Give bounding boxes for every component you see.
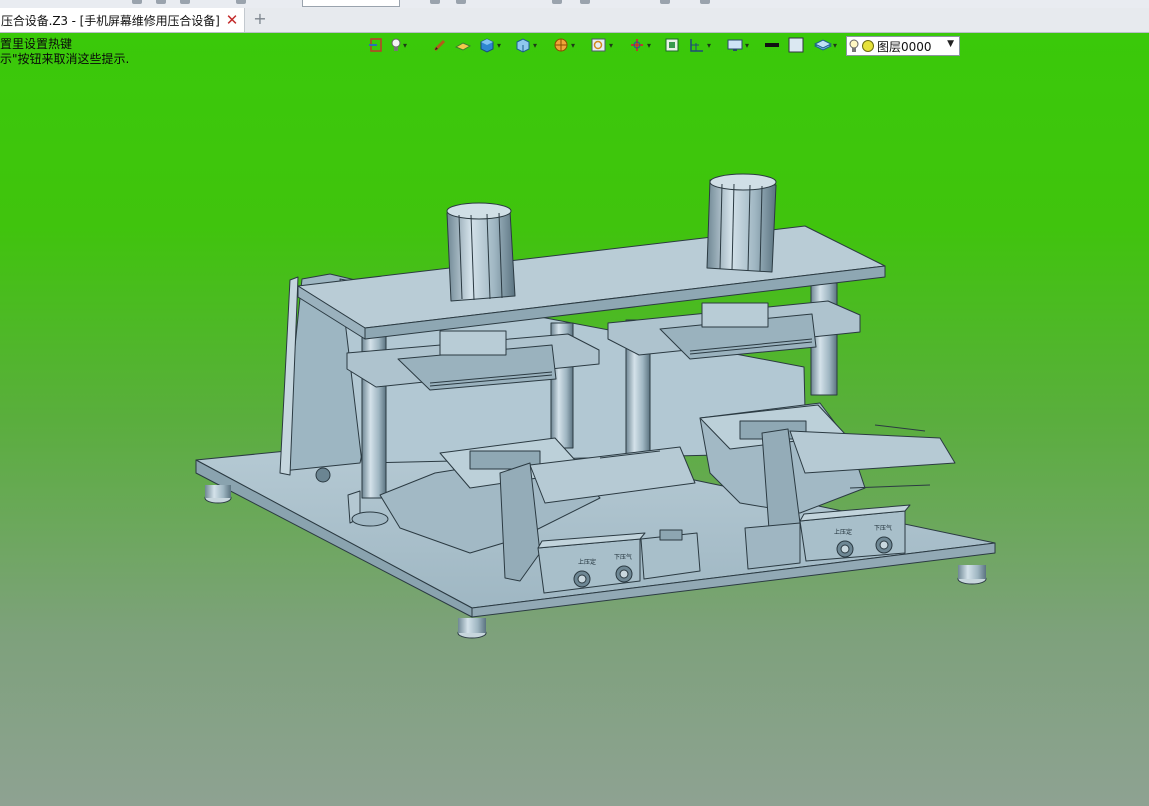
control-box-2-left-label: 上压定 [834, 528, 852, 536]
shaded-cube-icon[interactable]: ▾ [478, 36, 501, 54]
chevron-down-icon[interactable]: ▼ [947, 39, 954, 49]
undo-icon[interactable] [236, 0, 246, 4]
monitor-icon[interactable]: ▾ [726, 36, 749, 54]
new-file-icon[interactable] [132, 0, 142, 4]
pneumatic-cylinder-left [446, 202, 516, 302]
grid-icon[interactable]: ▾ [688, 36, 711, 54]
line-style-icon[interactable] [764, 36, 780, 54]
render-mode-icon[interactable]: ▾ [552, 36, 575, 54]
layer-select[interactable]: 图层0000 ▼ [846, 36, 960, 56]
yellow-circle-icon [862, 40, 874, 52]
control-box-1-right-label: 下压气 [614, 553, 632, 561]
open-file-icon[interactable] [156, 0, 166, 4]
face-color-icon[interactable] [454, 36, 472, 54]
3d-viewport[interactable]: 上压定 下压气 上压定 下压气 置里设置热键 示"按钮来取消这些提示. ▾ ▾ … [0, 33, 1149, 806]
view-cube-icon[interactable]: ▾ [514, 36, 537, 54]
document-tab[interactable]: 压合设备.Z3 - [手机屏幕维修用压合设备] ✕ [0, 8, 245, 32]
light-bulb-icon[interactable]: ▾ [390, 36, 407, 54]
color-icon[interactable] [788, 36, 804, 54]
new-tab-button[interactable]: + [252, 8, 268, 32]
light-bulb-icon [849, 39, 859, 52]
layer-icon[interactable]: ▾ [814, 36, 837, 54]
option-icon[interactable] [552, 0, 562, 4]
exit-view-icon[interactable] [368, 36, 384, 54]
pneumatic-cylinder-right [706, 173, 777, 273]
option-icon[interactable] [660, 0, 670, 4]
hint-text: 置里设置热键 示"按钮来取消这些提示. [0, 37, 129, 67]
option-icon[interactable] [580, 0, 590, 4]
close-icon[interactable]: ✕ [226, 12, 239, 28]
control-box-2 [799, 504, 911, 562]
switch-block [744, 522, 801, 570]
pen-icon[interactable] [432, 36, 448, 54]
save-icon[interactable] [180, 0, 190, 4]
pick-icon[interactable] [456, 0, 466, 4]
control-box-2-right-label: 下压气 [874, 524, 892, 532]
select-icon[interactable] [430, 0, 440, 4]
fit-icon[interactable] [664, 36, 680, 54]
option-icon[interactable] [700, 0, 710, 4]
zoom-icon[interactable]: ▾ [590, 36, 613, 54]
hint-line-1: 置里设置热键 [0, 37, 73, 51]
rotate-icon[interactable]: ▾ [628, 36, 651, 54]
layer-select-value: 图层0000 [877, 39, 932, 54]
control-box-1-left-label: 上压定 [578, 558, 596, 566]
document-tab-title: 压合设备.Z3 - [手机屏幕维修用压合设备] [1, 13, 220, 28]
machine-model: 上压定 下压气 上压定 下压气 [195, 173, 996, 639]
hint-line-2: 示"按钮来取消这些提示. [0, 52, 130, 66]
filter-combo[interactable] [302, 0, 400, 7]
document-tab-bar: 压合设备.Z3 - [手机屏幕维修用压合设备] ✕ + [0, 8, 1149, 33]
